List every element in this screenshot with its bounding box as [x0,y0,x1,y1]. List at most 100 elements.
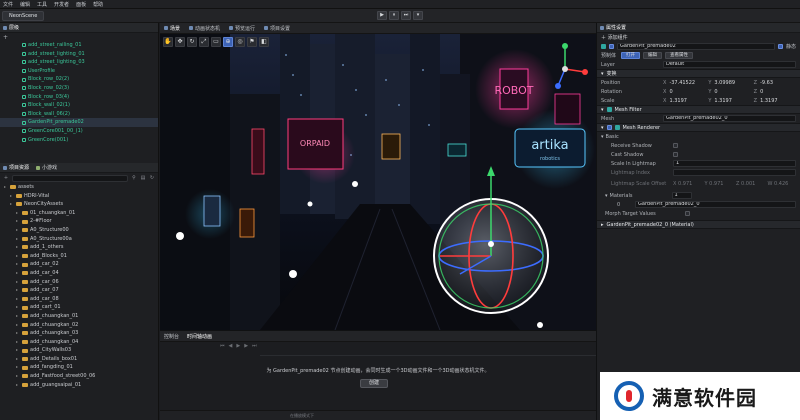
menu-item[interactable]: 帮助 [93,1,103,8]
rotation-z[interactable]: Z0 [754,89,796,95]
chevron-right-icon[interactable]: ▸ [16,355,20,364]
asset-tree-item[interactable]: ▸ 2-#Floor [4,217,158,226]
scene-viewport[interactable]: ✋ ✥ ↻ ⤢ ▭ ⊕ ◎ ⚑ ◧ ROBOT artika robotics … [160,34,596,330]
hierarchy-item[interactable]: add_street_lighting_01 [22,50,158,59]
asset-tree-item[interactable]: ▸ add_chuangkan_02 [4,321,158,330]
chevron-right-icon[interactable]: ▸ [16,269,20,278]
tab-preview[interactable]: 预览运行 [229,25,255,32]
rotation-x[interactable]: X0 [663,89,705,95]
chevron-right-icon[interactable]: ▸ [16,329,20,338]
node-name-input[interactable]: GardenPit_premade02 [617,43,775,50]
asset-tree-item[interactable]: ▸ HDRI-Vital [4,192,158,201]
chevron-right-icon[interactable]: ▸ [16,278,20,287]
tab-minigame[interactable]: 小游戏 [36,164,57,171]
asset-tree-item[interactable]: ▸ assets [4,183,158,192]
cast-shadow-checkbox[interactable] [673,152,678,157]
static-checkbox[interactable] [777,44,783,49]
asset-tree-item[interactable]: ▸ NeonCityAssets [4,200,158,209]
asset-tree-item[interactable]: ▸ 01_chuangkan_01 [4,209,158,218]
pause-button[interactable]: ⏸ [389,11,399,20]
hierarchy-item[interactable]: Block_row_02(2) [22,75,158,84]
scale-y[interactable]: Y 1.3197 [708,98,750,104]
add-node-icon[interactable]: + [3,34,8,41]
mesh-renderer-enabled-checkbox[interactable] [606,125,612,130]
rewind-icon[interactable]: ⏮ [220,343,225,349]
asset-tree-item[interactable]: ▸ add_1_others [4,243,158,252]
transform-tool-icon[interactable]: ⊕ [223,37,233,47]
document-tab[interactable]: NeonScene [2,11,45,21]
timeline-ruler[interactable] [260,350,596,356]
add-asset-icon[interactable]: + [3,175,9,181]
chevron-right-icon[interactable]: ▸ [16,295,20,304]
asset-tree-item[interactable]: ▸ add_Details_box01 [4,355,158,364]
material-section-header[interactable]: ▸ GardenPit_premade02_0 (Material) [597,220,800,229]
materials-count-input[interactable]: 1 [671,192,692,199]
asset-search-input[interactable] [12,174,128,182]
layer-select[interactable]: Default [663,61,796,68]
gizmo-toggle-icon[interactable]: ⚑ [247,37,257,47]
hierarchy-item[interactable]: UserProfile [22,67,158,76]
end-icon[interactable]: ⏭ [252,343,257,349]
hierarchy-item[interactable]: Block_row_02(3) [22,84,158,93]
tab-timeline-animation[interactable]: 时间轴动画 [187,333,212,340]
tab-project-settings[interactable]: 项目设置 [264,25,290,32]
chevron-right-icon[interactable]: ▸ [16,286,20,295]
play-button[interactable]: ▶ [377,11,387,20]
asset-tree-item[interactable]: ▸ add_Fastfood_street00_06 [4,372,158,381]
asset-tree-item[interactable]: ▸ add_car_08 [4,295,158,304]
hierarchy-item[interactable]: add_street_lighting_03 [22,58,158,67]
chevron-down-icon[interactable]: ▾ [601,134,604,140]
material-field[interactable]: GardenPit_premade02_0 [635,201,796,208]
refresh-icon[interactable]: ↻ [149,175,155,181]
chevron-right-icon[interactable]: ▸ [16,381,20,390]
create-animation-button[interactable]: 创建 [360,379,388,388]
chevron-right-icon[interactable]: ▸ [16,363,20,372]
chevron-right-icon[interactable]: ▸ [16,372,20,381]
hierarchy-item[interactable]: Block_row_03(4) [22,93,158,102]
filter-icon[interactable]: ⚲ [131,175,137,181]
asset-tree-item[interactable]: ▸ add_CityWalls03 [4,346,158,355]
mesh-renderer-section-header[interactable]: ▾ Mesh Renderer [597,123,800,132]
scale-tool-icon[interactable]: ⤢ [199,37,209,47]
chevron-right-icon[interactable]: ▸ [16,312,20,321]
asset-tree-item[interactable]: ▸ A0_Structure00a [4,235,158,244]
chevron-right-icon[interactable]: ▸ [16,260,20,269]
next-frame-icon[interactable]: ▶ [244,343,248,349]
hierarchy-item[interactable]: GardenPit_premade02 [0,118,158,127]
tab-hierarchy[interactable]: 层级 [3,24,19,31]
chevron-right-icon[interactable]: ▸ [16,217,20,226]
asset-tree-item[interactable]: ▸ add_fangding_01 [4,363,158,372]
chevron-right-icon[interactable]: ▸ [16,252,20,261]
chevron-down-icon[interactable]: ▾ [605,193,608,199]
chevron-right-icon[interactable]: ▸ [16,243,20,252]
chevron-right-icon[interactable]: ▸ [16,209,20,218]
step-button[interactable]: ⏭ [401,11,411,20]
asset-tree-item[interactable]: ▸ add_Blocks_01 [4,252,158,261]
rect-tool-icon[interactable]: ▭ [211,37,221,47]
asset-tree-item[interactable]: ▸ add_chuangkan_04 [4,338,158,347]
chevron-right-icon[interactable]: ▸ [4,183,8,192]
hierarchy-item[interactable]: Block_wall_02(1) [22,101,158,110]
asset-tree-item[interactable]: ▸ add_cart_01 [4,303,158,312]
scale-x[interactable]: X 1.3197 [663,98,705,104]
tab-console[interactable]: 控制台 [164,333,179,340]
chevron-right-icon[interactable]: ▸ [16,338,20,347]
menu-item[interactable]: 文件 [3,1,13,8]
rotate-tool-icon[interactable]: ↻ [187,37,197,47]
position-z[interactable]: Z -9.63 [754,80,796,86]
edit-prefab-button[interactable]: 编辑 [643,52,663,59]
chevron-right-icon[interactable]: ▸ [16,321,20,330]
play-anim-icon[interactable]: ▶ [236,343,240,349]
morph-target-toggle[interactable] [685,211,690,216]
chevron-right-icon[interactable]: ▸ [16,303,20,312]
pivot-toggle-icon[interactable]: ◎ [235,37,245,47]
position-x[interactable]: X -37.41522 [663,80,705,86]
asset-tree-item[interactable]: ▸ add_car_06 [4,278,158,287]
mesh-field[interactable]: GardenPit_premade02_0 [663,115,796,122]
tab-scene[interactable]: 场景 [164,25,180,32]
view-properties-button[interactable]: 查看属性 [665,52,694,59]
position-y[interactable]: Y 3.09989 [708,80,750,86]
mesh-filter-section-header[interactable]: ▾ Mesh Filter [597,105,800,114]
asset-tree-item[interactable]: ▸ add_car_02 [4,260,158,269]
hierarchy-item[interactable]: GreenCore001_00_(1) [22,127,158,136]
